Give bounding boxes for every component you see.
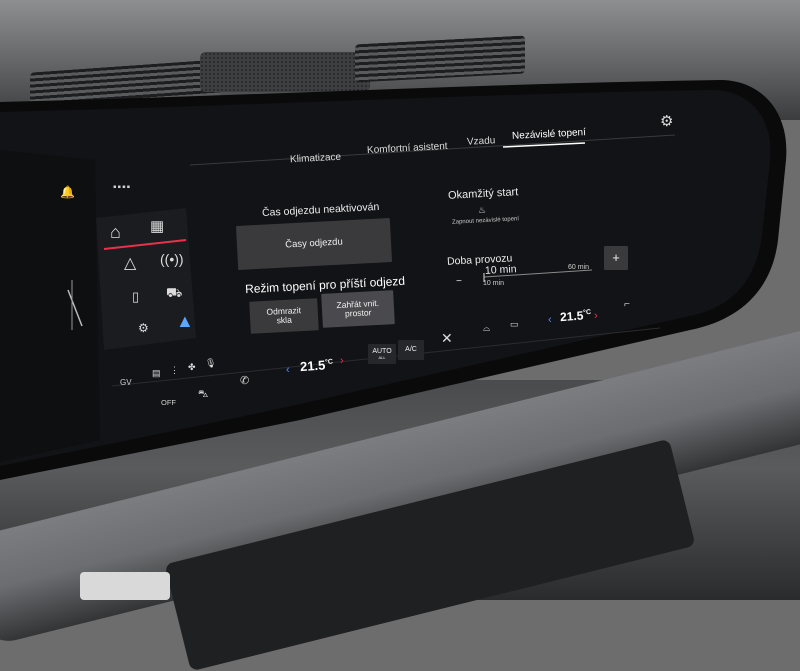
driver-temp-down[interactable]: ‹ xyxy=(286,364,290,376)
driver-temp-unit: °C xyxy=(324,358,334,367)
car-gear-icon[interactable]: ⚙ xyxy=(138,322,149,334)
windshield-defrost-icon[interactable]: ⌓ xyxy=(483,324,490,333)
departure-times-button[interactable]: Časy odjezdu xyxy=(235,218,393,270)
auto-sub-label: ALL xyxy=(378,354,386,360)
grid-icon[interactable]: ▦ xyxy=(150,219,164,234)
departure-times-button-label: Časy odjezdu xyxy=(284,236,343,251)
duration-value: 10 min xyxy=(484,263,517,277)
defrost-windows-label: Odmrazit skla xyxy=(266,304,302,326)
heat-interior-label: Zahřát vnit. prostor xyxy=(336,297,380,319)
heat-interior-button[interactable]: Zahřát vnit. prostor xyxy=(321,290,395,328)
duration-plus-button[interactable]: + xyxy=(604,246,628,270)
rear-window-defrost-icon[interactable]: ▭ xyxy=(510,320,519,329)
rear-defrost-icon[interactable]: ▤ xyxy=(152,369,161,378)
phone-icon[interactable]: ▯ xyxy=(132,290,139,303)
physical-button-panel[interactable] xyxy=(80,572,170,600)
passenger-temp-down[interactable]: ‹ xyxy=(548,314,552,326)
infotainment-screen xyxy=(0,80,787,480)
passenger-temp-value: 21.5 xyxy=(559,308,584,325)
passenger-temp-up[interactable]: › xyxy=(594,310,598,322)
assistant-triangle-icon[interactable]: ▲ xyxy=(176,312,194,330)
driver-temp[interactable]: 21.5°C xyxy=(300,357,334,374)
ac-label: A/C xyxy=(405,346,417,354)
seat-heating-icon[interactable]: ⌐ xyxy=(624,300,630,310)
gear-icon[interactable]: ⚙ xyxy=(660,114,673,129)
page-indicator: ▪▪▪▪ xyxy=(113,182,132,193)
radio-antenna-icon[interactable]: ((•)) xyxy=(160,252,184,266)
duration-min-label: 10 min xyxy=(483,280,505,287)
bell-icon[interactable]: 🔔 xyxy=(60,186,75,198)
home-icon[interactable]: ⌂ xyxy=(110,223,121,241)
driver-temp-up[interactable]: › xyxy=(340,355,344,367)
gv-label[interactable]: GV xyxy=(120,378,132,387)
navigation-arrow-icon[interactable]: △ xyxy=(124,256,136,272)
close-icon[interactable]: ✕ xyxy=(441,331,453,345)
passenger-temp-unit: °C xyxy=(582,308,592,317)
duration-plus-label: + xyxy=(612,249,620,265)
defrost-windows-button[interactable]: Odmrazit skla xyxy=(249,298,319,334)
ac-button[interactable]: A/C xyxy=(398,340,424,360)
off-label[interactable]: OFF xyxy=(161,398,176,407)
microphone-icon[interactable]: 🎙 xyxy=(205,359,216,368)
auto-button[interactable]: AUTO ALL xyxy=(368,344,396,364)
phone-handset-icon[interactable]: ✆ xyxy=(240,376,249,387)
duration-max-label: 60 min xyxy=(568,264,590,271)
passenger-temp[interactable]: 21.5°C xyxy=(560,308,592,324)
car-icon[interactable]: ⛟ xyxy=(166,286,182,299)
heater-icon[interactable]: ♨ xyxy=(478,206,486,215)
driver-temp-value: 21.5 xyxy=(299,357,326,375)
fan-icon[interactable]: ✤ xyxy=(188,363,196,372)
steering-heat-icon[interactable]: ⋮ xyxy=(170,366,179,375)
tab-vzadu[interactable]: Vzadu xyxy=(467,135,496,147)
duration-minus-button[interactable]: − xyxy=(456,276,462,287)
car-icon-bottom[interactable]: ⛍ xyxy=(198,390,208,400)
